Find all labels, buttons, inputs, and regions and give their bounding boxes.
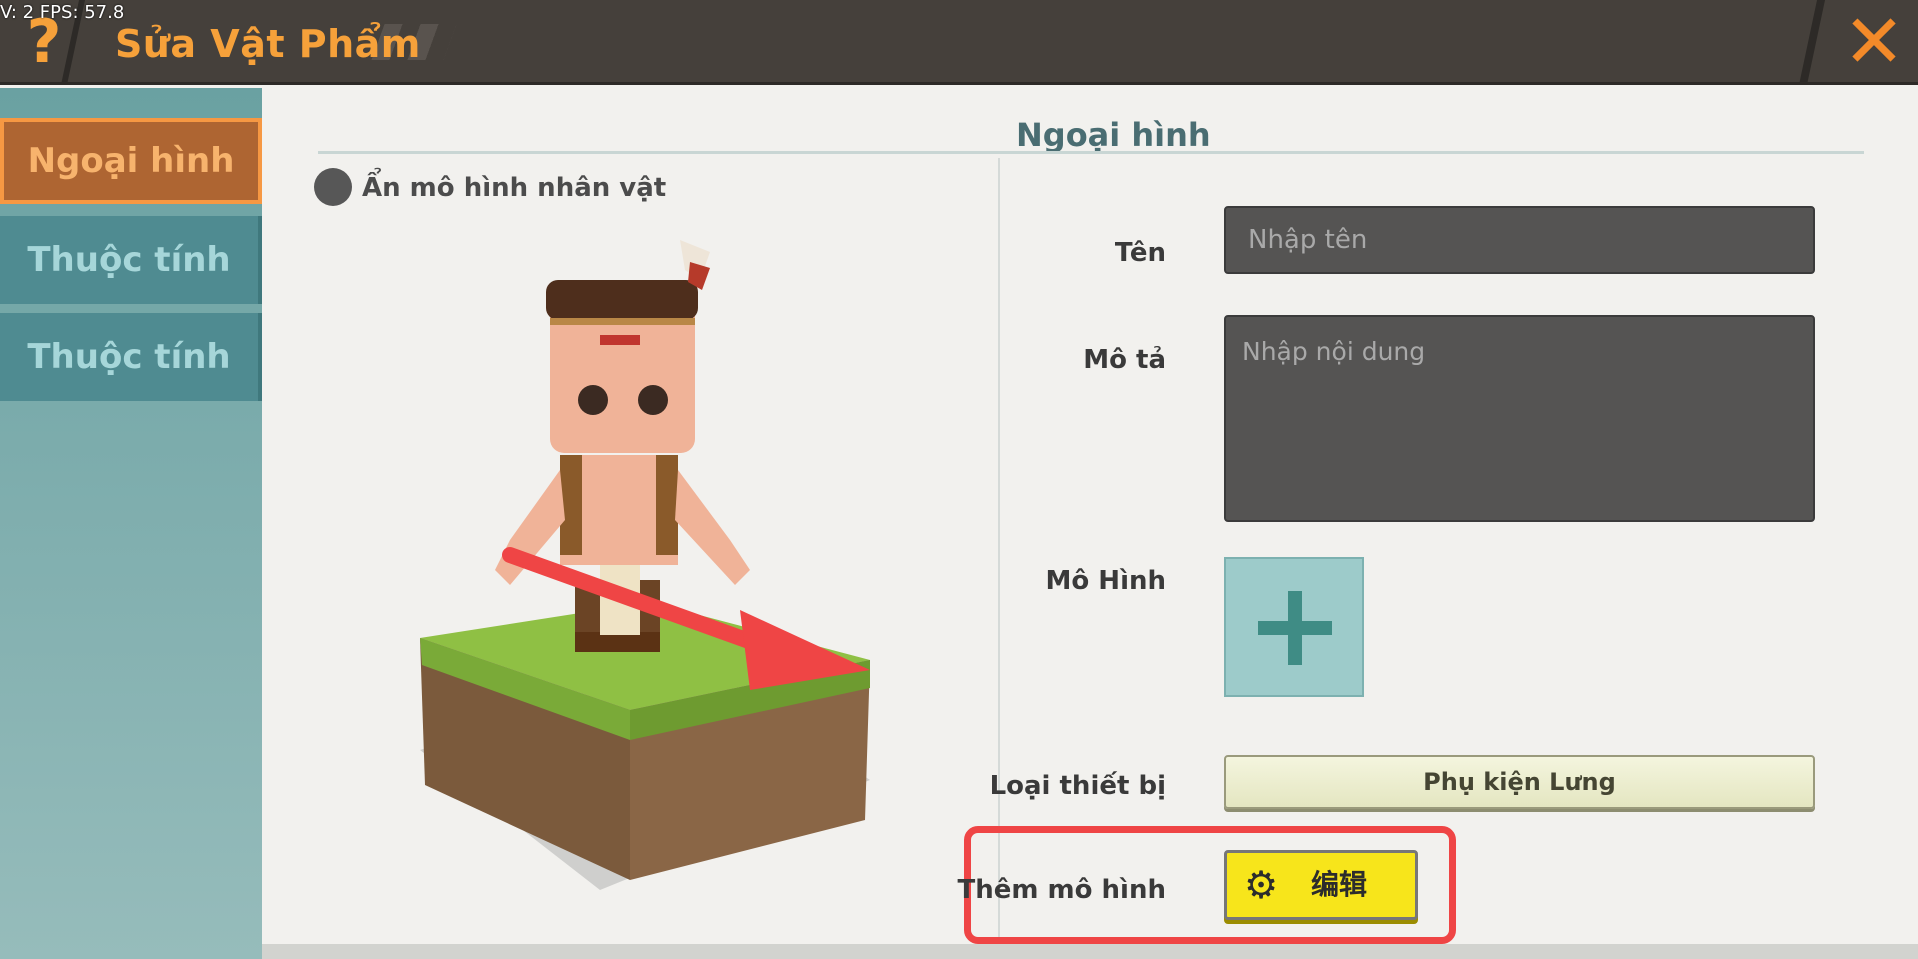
char-eye-left [578,385,608,415]
char-hair [546,280,698,320]
equipment-type-select[interactable]: Phụ kiện Lưng [1224,755,1815,809]
top-bar: ? Sửa Vật Phẩm ✕ [0,0,1918,85]
description-input[interactable]: Nhập nội dung [1224,315,1815,522]
plus-icon [1288,591,1302,665]
sidebar-item-properties[interactable]: Thuộc tính [0,216,262,304]
gear-icon: ⚙ [1243,863,1279,907]
model-label: Mô Hình [1045,566,1166,596]
add-model-label: Thêm mô hình [957,875,1166,905]
close-icon[interactable]: ✕ [1838,5,1910,79]
hide-model-toggle[interactable] [314,168,352,206]
page-title: Sửa Vật Phẩm [115,22,421,66]
section-divider [318,151,1864,154]
sidebar-item-properties-2[interactable]: Thuộc tính [0,313,262,401]
char-face-paint [600,335,640,345]
char-arm-right [675,470,750,585]
sidebar-item-appearance[interactable]: Ngoại hình [0,118,262,204]
char-vest-right [656,455,678,555]
sidebar: Ngoại hình Thuộc tính Thuộc tính [0,88,262,959]
equipment-type-label: Loại thiết bị [989,771,1166,801]
header-divider [1798,0,1826,85]
edit-button-label: 编辑 [1311,868,1368,901]
bottom-edge [262,944,1918,959]
edit-button[interactable]: ⚙ 编辑 [1224,850,1418,920]
character-preview [420,240,870,890]
name-label: Tên [1114,238,1166,268]
char-headband [550,318,695,325]
name-input[interactable]: Nhập tên [1224,206,1815,274]
add-model-slot[interactable] [1224,557,1364,697]
hide-model-label: Ẩn mô hình nhân vật [362,173,667,203]
fps-overlay: V: 2 FPS: 57.8 [0,2,125,23]
char-eye-right [638,385,668,415]
description-label: Mô tả [1083,345,1166,375]
